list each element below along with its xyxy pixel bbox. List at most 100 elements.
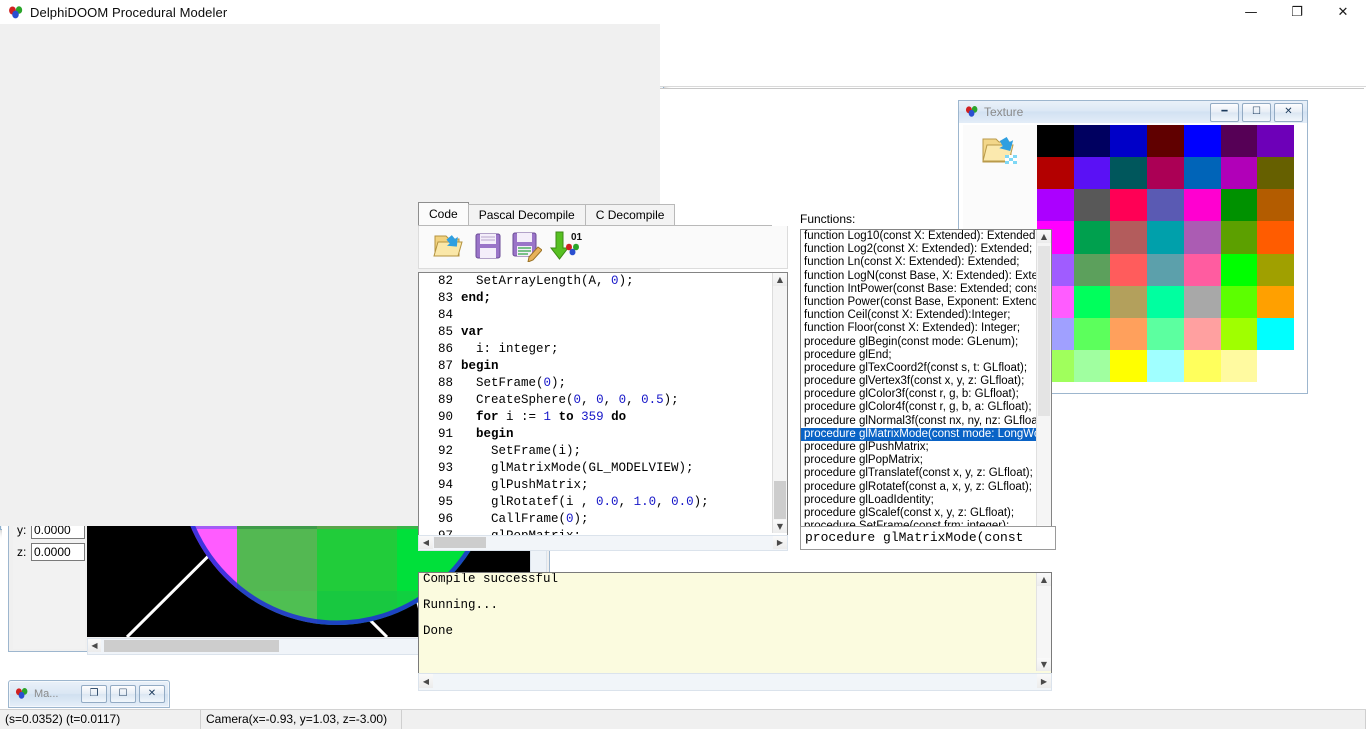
- scrollbar-thumb[interactable]: [434, 537, 486, 548]
- texture-swatch[interactable]: [1074, 254, 1111, 286]
- open-folder-icon[interactable]: [433, 230, 465, 262]
- texture-swatch[interactable]: [1074, 286, 1111, 318]
- function-item[interactable]: function Floor(const X: Extended): Integ…: [801, 322, 1051, 335]
- code-line[interactable]: 89 CreateSphere(0, 0, 0, 0.5);: [419, 392, 787, 409]
- scroll-right-arrow-icon[interactable]: ▶: [1037, 674, 1051, 688]
- scroll-up-arrow-icon[interactable]: ▲: [1037, 573, 1051, 586]
- texture-swatch[interactable]: [1221, 350, 1258, 382]
- scroll-right-arrow-icon[interactable]: ▶: [773, 536, 787, 549]
- texture-swatch[interactable]: [1184, 221, 1221, 253]
- code-line[interactable]: 83end;: [419, 290, 787, 307]
- output-horizontal-scrollbar[interactable]: ◀ ▶: [418, 673, 1052, 691]
- texture-swatch[interactable]: [1147, 189, 1184, 221]
- texture-swatch[interactable]: [1147, 318, 1184, 350]
- texture-swatch[interactable]: [1110, 254, 1147, 286]
- code-line[interactable]: 95 glRotatef(i , 0.0, 1.0, 0.0);: [419, 494, 787, 511]
- scroll-up-arrow-icon[interactable]: ▲: [1037, 230, 1051, 243]
- texture-minimize-button[interactable]: ━: [1210, 103, 1239, 122]
- scroll-left-arrow-icon[interactable]: ◀: [419, 536, 433, 549]
- texture-titlebar[interactable]: Texture ━ ☐ ✕: [959, 101, 1307, 124]
- texture-swatch[interactable]: [1074, 157, 1111, 189]
- scroll-down-arrow-icon[interactable]: ▼: [773, 520, 787, 533]
- texture-close-button[interactable]: ✕: [1274, 103, 1303, 122]
- function-item[interactable]: procedure glLoadIdentity;: [801, 494, 1051, 507]
- scroll-up-arrow-icon[interactable]: ▲: [773, 273, 787, 286]
- texture-swatch[interactable]: [1074, 350, 1111, 382]
- functions-scrollbar[interactable]: ▲ ▼: [1036, 230, 1051, 538]
- scrollbar-thumb[interactable]: [1038, 246, 1050, 416]
- code-line[interactable]: 85var: [419, 324, 787, 341]
- minimize-button[interactable]: —: [1228, 0, 1274, 25]
- texture-swatch[interactable]: [1257, 286, 1294, 318]
- function-item[interactable]: function Log10(const X: Extended): Exten…: [801, 230, 1051, 243]
- min-close-button[interactable]: ✕: [139, 685, 165, 703]
- open-texture-folder-icon[interactable]: [981, 133, 1021, 167]
- code-line[interactable]: 87begin: [419, 358, 787, 375]
- code-line[interactable]: 92 SetFrame(i);: [419, 443, 787, 460]
- green-arrow-01-icon[interactable]: 01: [549, 229, 583, 263]
- texture-swatch[interactable]: [1184, 286, 1221, 318]
- texture-swatch[interactable]: [1147, 125, 1184, 157]
- code-horizontal-scrollbar[interactable]: ◀ ▶: [418, 535, 788, 551]
- code-line[interactable]: 96 CallFrame(0);: [419, 511, 787, 528]
- function-item[interactable]: function Log2(const X: Extended): Extend…: [801, 243, 1051, 256]
- restore-button[interactable]: ❐: [1274, 0, 1320, 25]
- texture-swatch[interactable]: [1184, 125, 1221, 157]
- floppy-icon[interactable]: [474, 232, 502, 260]
- texture-swatch[interactable]: [1074, 221, 1111, 253]
- texture-swatch[interactable]: [1221, 125, 1258, 157]
- function-item[interactable]: procedure glBegin(const mode: GLenum);: [801, 336, 1051, 349]
- code-line[interactable]: 88 SetFrame(0);: [419, 375, 787, 392]
- texture-swatch[interactable]: [1257, 221, 1294, 253]
- texture-swatch[interactable]: [1221, 254, 1258, 286]
- function-item[interactable]: procedure glEnd;: [801, 349, 1051, 362]
- code-line[interactable]: 86 i: integer;: [419, 341, 787, 358]
- texture-swatch[interactable]: [1147, 350, 1184, 382]
- texture-swatch[interactable]: [1184, 189, 1221, 221]
- texture-swatch[interactable]: [1037, 157, 1074, 189]
- texture-swatch[interactable]: [1074, 318, 1111, 350]
- texture-swatch[interactable]: [1221, 221, 1258, 253]
- texture-swatch[interactable]: [1074, 125, 1111, 157]
- scroll-down-arrow-icon[interactable]: ▼: [1037, 658, 1051, 671]
- function-item[interactable]: procedure glPushMatrix;: [801, 441, 1051, 454]
- function-item[interactable]: function LogN(const Base, X: Extended): …: [801, 270, 1051, 283]
- function-item[interactable]: function Power(const Base, Exponent: Ext…: [801, 296, 1051, 309]
- texture-swatch[interactable]: [1110, 318, 1147, 350]
- function-item[interactable]: procedure glTranslatef(const x, y, z: GL…: [801, 467, 1051, 480]
- scrollbar-thumb[interactable]: [104, 640, 279, 652]
- output-vertical-scrollbar[interactable]: ▲ ▼: [1036, 573, 1051, 671]
- texture-swatch[interactable]: [1110, 125, 1147, 157]
- texture-swatch[interactable]: [1110, 350, 1147, 382]
- function-item[interactable]: procedure glNormal3f(const nx, ny, nz: G…: [801, 415, 1051, 428]
- tab-c-decompile[interactable]: C Decompile: [585, 204, 676, 225]
- texture-swatch[interactable]: [1147, 254, 1184, 286]
- code-line[interactable]: 82 SetArrayLength(A, 0);: [419, 273, 787, 290]
- texture-swatch[interactable]: [1184, 350, 1221, 382]
- code-vertical-scrollbar[interactable]: ▲ ▼: [772, 273, 787, 533]
- minimized-model-window[interactable]: Ma... ❐ ☐ ✕: [8, 680, 170, 708]
- function-item[interactable]: procedure glVertex3f(const x, y, z: GLfl…: [801, 375, 1051, 388]
- scroll-left-arrow-icon[interactable]: ◀: [419, 674, 433, 688]
- code-line[interactable]: 91 begin: [419, 426, 787, 443]
- min-restore-button[interactable]: ❐: [81, 685, 107, 703]
- texture-swatch[interactable]: [1221, 286, 1258, 318]
- texture-restore-button[interactable]: ☐: [1242, 103, 1271, 122]
- function-item[interactable]: function Ceil(const X: Extended):Integer…: [801, 309, 1051, 322]
- function-item[interactable]: procedure glScalef(const x, y, z: GLfloa…: [801, 507, 1051, 520]
- texture-swatch[interactable]: [1257, 318, 1294, 350]
- code-line[interactable]: 90 for i := 1 to 359 do: [419, 409, 787, 426]
- function-item[interactable]: procedure glTexCoord2f(const s, t: GLflo…: [801, 362, 1051, 375]
- texture-swatch[interactable]: [1147, 157, 1184, 189]
- scroll-left-arrow-icon[interactable]: ◀: [88, 639, 101, 652]
- texture-swatch[interactable]: [1257, 189, 1294, 221]
- texture-swatch[interactable]: [1257, 157, 1294, 189]
- scrollbar-thumb[interactable]: [774, 481, 786, 519]
- function-item[interactable]: function Ln(const X: Extended): Extended…: [801, 256, 1051, 269]
- texture-swatch[interactable]: [1074, 189, 1111, 221]
- function-item[interactable]: procedure glColor3f(const r, g, b: GLflo…: [801, 388, 1051, 401]
- texture-swatch[interactable]: [1147, 221, 1184, 253]
- texture-color-grid[interactable]: [1037, 125, 1294, 382]
- min-maximize-button[interactable]: ☐: [110, 685, 136, 703]
- floppy-pencil-icon[interactable]: [512, 232, 542, 262]
